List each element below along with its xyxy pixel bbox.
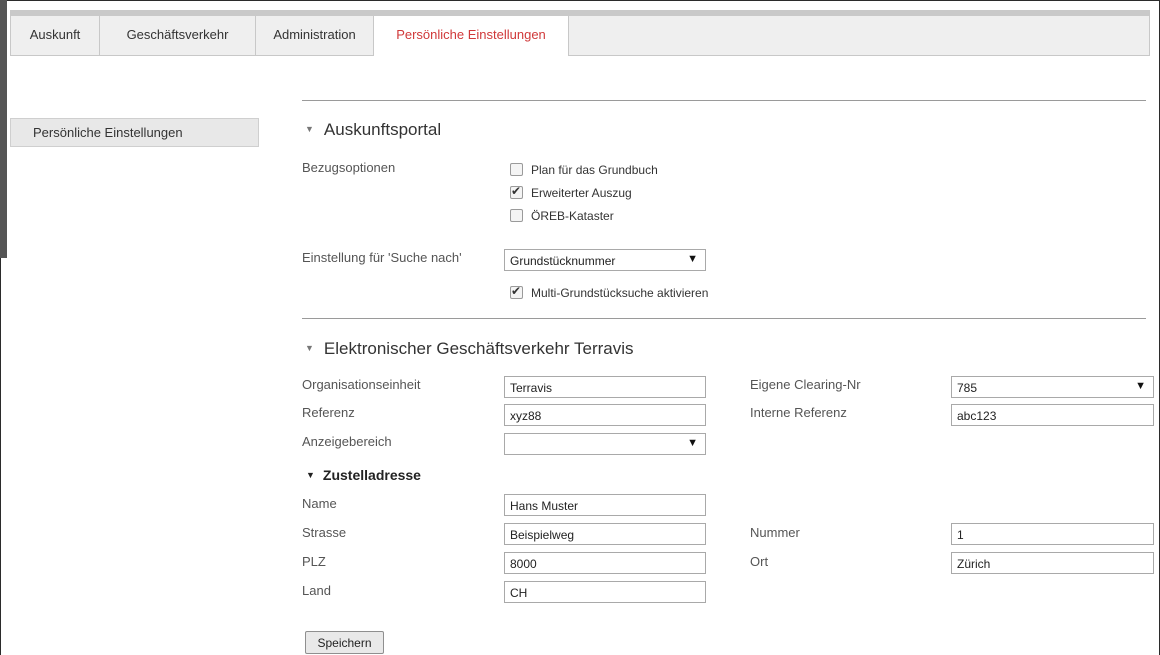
tab-label: Persönliche Einstellungen [396, 27, 546, 42]
tab-administration[interactable]: Administration [256, 16, 374, 55]
save-button[interactable]: Speichern [305, 631, 384, 654]
interne-referenz-label: Interne Referenz [750, 405, 847, 420]
select-value: 785 [957, 381, 978, 395]
checkbox-label: Multi-Grundstücksuche aktivieren [531, 286, 709, 300]
tab-label: Administration [273, 27, 356, 42]
name-label: Name [302, 496, 337, 511]
subsection-title-zustelladresse[interactable]: ▼ Zustelladresse [306, 467, 421, 483]
ort-input[interactable]: Zürich [951, 552, 1154, 574]
dropdown-arrow-icon: ▼ [687, 253, 698, 265]
collapse-caret-icon: ▼ [305, 343, 314, 353]
checkbox-erweiterter-auszug[interactable] [510, 184, 523, 199]
collapse-caret-icon: ▼ [306, 470, 315, 480]
anzeigebereich-select[interactable]: ▼ [504, 433, 706, 455]
suche-nach-label: Einstellung für 'Suche nach' [302, 250, 462, 265]
strasse-label: Strasse [302, 525, 347, 540]
organisationseinheit-input[interactable]: Terravis [504, 376, 706, 398]
checkbox-multi-suche[interactable] [510, 284, 523, 299]
tab-persoenliche-einstellungen[interactable]: Persönliche Einstellungen [373, 16, 569, 56]
interne-referenz-input[interactable]: abc123 [951, 404, 1154, 426]
option-plan-grundbuch[interactable]: Plan für das Grundbuch [510, 163, 658, 181]
divider [302, 100, 1146, 101]
checkbox-oereb-kataster[interactable] [510, 209, 523, 222]
checkbox-label: Erweiterter Auszug [531, 186, 632, 200]
tab-auskunft[interactable]: Auskunft [11, 16, 100, 55]
plz-input[interactable]: 8000 [504, 552, 706, 574]
dropdown-arrow-icon: ▼ [1135, 380, 1146, 392]
scrollbar-thumb[interactable] [0, 0, 7, 258]
plz-label: PLZ [302, 554, 326, 569]
tab-label: Auskunft [29, 27, 81, 42]
tab-bar: Auskunft Geschäftsverkehr Administration… [10, 10, 1150, 56]
section-title-terravis[interactable]: ▼ Elektronischer Geschäftsverkehr Terravi… [305, 339, 634, 359]
tab-label: Geschäftsverkehr [126, 27, 229, 42]
tab-geschaeftsverkehr[interactable]: Geschäftsverkehr [100, 16, 256, 55]
ort-label: Ort [750, 554, 769, 569]
checkbox-plan-grundbuch[interactable] [510, 163, 523, 176]
referenz-label: Referenz [302, 405, 355, 420]
strasse-input[interactable]: Beispielweg [504, 523, 706, 545]
option-oereb-kataster[interactable]: ÖREB-Kataster [510, 209, 614, 227]
sidebar-item-persoenliche-einstellungen[interactable]: Persönliche Einstellungen [10, 118, 259, 147]
name-input[interactable]: Hans Muster [504, 494, 706, 516]
nummer-input[interactable]: 1 [951, 523, 1154, 545]
referenz-input[interactable]: xyz88 [504, 404, 706, 426]
organisationseinheit-label: Organisationseinheit [302, 377, 421, 392]
clearing-nr-label: Eigene Clearing-Nr [750, 377, 861, 392]
suche-nach-select[interactable]: Grundstücknummer ▼ [504, 249, 706, 271]
land-label: Land [302, 583, 331, 598]
land-input[interactable]: CH [504, 581, 706, 603]
divider [302, 318, 1146, 319]
select-value: Grundstücknummer [510, 254, 616, 268]
nummer-label: Nummer [750, 525, 800, 540]
collapse-caret-icon: ▼ [305, 124, 314, 134]
anzeigebereich-label: Anzeigebereich [302, 434, 392, 449]
option-erweiterter-auszug[interactable]: Erweiterter Auszug [510, 184, 632, 204]
bezugsoptionen-label: Bezugsoptionen [302, 160, 396, 175]
section-title-auskunftsportal[interactable]: ▼ Auskunftsportal [305, 120, 441, 140]
dropdown-arrow-icon: ▼ [687, 437, 698, 449]
sidebar-item-label: Persönliche Einstellungen [33, 125, 183, 140]
checkbox-label: Plan für das Grundbuch [531, 163, 658, 177]
option-multi-suche[interactable]: Multi-Grundstücksuche aktivieren [510, 284, 709, 304]
checkbox-label: ÖREB-Kataster [531, 209, 614, 223]
clearing-nr-select[interactable]: 785 ▼ [951, 376, 1154, 398]
